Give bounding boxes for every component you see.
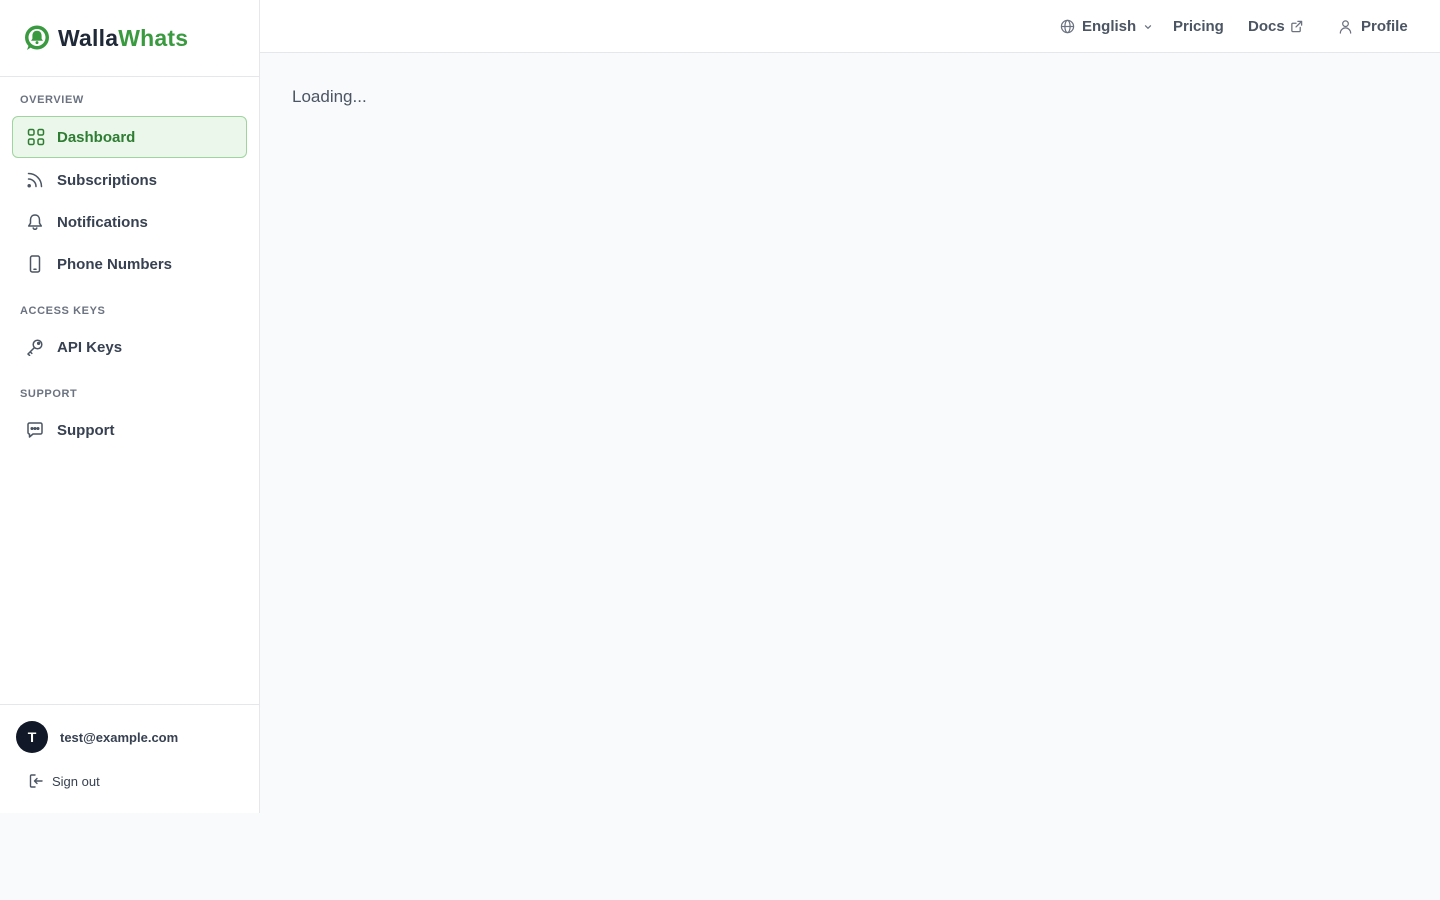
key-icon <box>25 337 45 357</box>
user-icon <box>1338 19 1353 34</box>
log-out-icon <box>28 773 44 789</box>
sidebar: WallaWhats OVERVIEW Dashboard Subscripti… <box>0 0 260 813</box>
sidebar-item-subscriptions[interactable]: Subscriptions <box>12 159 247 201</box>
pricing-link[interactable]: Pricing <box>1173 0 1224 52</box>
chevron-down-icon <box>1143 22 1153 32</box>
brand-name-part1: Walla <box>58 24 119 51</box>
user-email: test@example.com <box>60 729 179 745</box>
brand-name-part2: Whats <box>118 24 189 51</box>
rss-icon <box>25 170 45 190</box>
grid-icon <box>26 127 46 147</box>
user-info: T test@example.com <box>16 721 178 753</box>
topbar: English Pricing Docs Profile <box>260 0 1440 53</box>
sign-out-label: Sign out <box>52 773 100 789</box>
globe-icon <box>1060 19 1075 34</box>
sidebar-item-label: Phone Numbers <box>57 255 173 273</box>
sign-out-button[interactable]: Sign out <box>28 773 100 789</box>
sidebar-item-notifications[interactable]: Notifications <box>12 201 247 243</box>
loading-status: Loading... <box>292 87 367 106</box>
smartphone-icon <box>25 254 45 274</box>
section-title-access-keys: ACCESS KEYS <box>20 305 106 317</box>
section-title-overview: OVERVIEW <box>20 94 84 106</box>
sidebar-item-label: Subscriptions <box>57 171 158 189</box>
sidebar-item-label: API Keys <box>57 338 123 356</box>
user-panel: T test@example.com Sign out <box>0 704 259 813</box>
avatar: T <box>16 721 48 753</box>
docs-label: Docs <box>1248 17 1285 35</box>
message-square-icon <box>25 420 45 440</box>
docs-link[interactable]: Docs <box>1248 0 1303 52</box>
sidebar-item-support[interactable]: Support <box>12 409 247 451</box>
whatsapp-bell-logo-icon <box>23 24 51 52</box>
sidebar-item-label: Support <box>57 421 115 439</box>
bell-icon <box>25 212 45 232</box>
external-link-icon <box>1290 20 1303 33</box>
section-title-support: SUPPORT <box>20 388 78 400</box>
sidebar-item-phone-numbers[interactable]: Phone Numbers <box>12 243 247 285</box>
sidebar-item-api-keys[interactable]: API Keys <box>12 326 247 368</box>
brand[interactable]: WallaWhats <box>0 0 259 77</box>
language-selector[interactable]: English <box>1060 0 1153 52</box>
language-label: English <box>1082 17 1137 35</box>
sidebar-item-label: Notifications <box>57 213 148 231</box>
profile-link[interactable]: Profile <box>1338 0 1408 52</box>
sidebar-item-dashboard[interactable]: Dashboard <box>12 116 247 158</box>
profile-label: Profile <box>1361 17 1408 35</box>
brand-name: WallaWhats <box>58 25 188 52</box>
sidebar-item-label: Dashboard <box>57 128 136 146</box>
